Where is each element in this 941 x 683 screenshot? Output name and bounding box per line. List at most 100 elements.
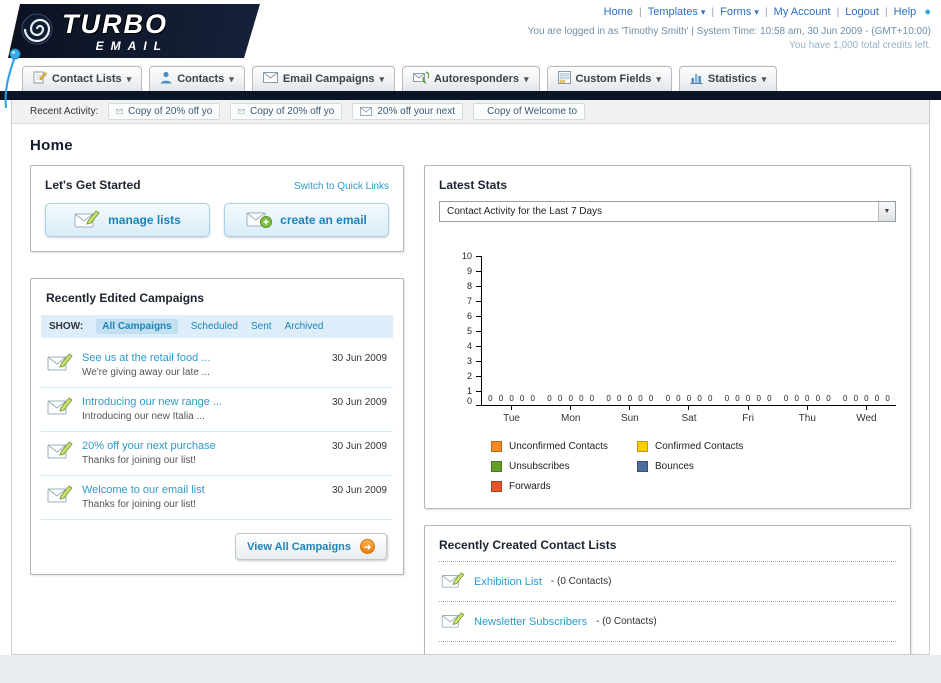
chart-group: 00000 (659, 394, 718, 405)
campaign-title-link[interactable]: Introducing our new range ... (82, 396, 222, 408)
y-tick-mark (476, 316, 481, 317)
logo: TURBO EMAIL (8, 4, 260, 58)
campaigns-filter-bar: SHOW: All Campaigns Scheduled Sent Archi… (41, 315, 393, 338)
campaign-title-link[interactable]: Welcome to our email list (82, 484, 205, 496)
filter-all-campaigns[interactable]: All Campaigns (96, 319, 178, 334)
chart-value-label: 0 (568, 394, 573, 403)
chart-value-label: 0 (885, 394, 890, 403)
chart-value-label: 0 (707, 394, 713, 403)
recent-activity-item[interactable]: 20% off your next (352, 103, 464, 120)
y-tick-mark (476, 331, 481, 332)
content-frame: Recent Activity: Copy of 20% off yo Copy… (11, 100, 930, 655)
legend-item: Unsubscribes (491, 461, 637, 472)
view-all-campaigns-button[interactable]: View All Campaigns ➜ (235, 533, 387, 560)
create-email-button[interactable]: create an email (224, 203, 389, 237)
tab-autoresponders[interactable]: Autoresponders ▾ (402, 66, 540, 91)
contact-list-link[interactable]: Exhibition List (474, 576, 542, 588)
get-started-title: Let's Get Started (45, 178, 141, 192)
chart-value-label: 0 (826, 394, 831, 403)
chart-value-label: 0 (842, 394, 848, 403)
tab-email-campaigns[interactable]: Email Campaigns ▾ (251, 66, 396, 91)
chart-legend: Unconfirmed Contacts Confirmed Contacts Un… (439, 441, 896, 492)
chart-value-label: 0 (498, 394, 504, 403)
y-tick-label: 1 (466, 386, 472, 396)
envelope-plus-icon (246, 209, 273, 232)
y-tick-label: 2 (466, 371, 472, 381)
email-campaigns-icon (262, 72, 278, 86)
recent-activity-item[interactable]: Copy of 20% off yo (230, 103, 343, 120)
filter-sent[interactable]: Sent (251, 321, 272, 332)
campaign-row: 20% off your next purchase Thanks for jo… (41, 432, 393, 476)
chart-value-label: 0 (745, 394, 751, 403)
y-tick-label: 3 (466, 356, 472, 366)
separator: | (711, 7, 715, 18)
y-tick-mark (476, 361, 481, 362)
campaign-date: 30 Jun 2009 (331, 485, 387, 496)
contact-list-count: - (0 Contacts) (550, 576, 612, 587)
chart-value-label: 0 (627, 394, 633, 403)
top-link-logout[interactable]: Logout (845, 6, 879, 18)
campaign-title-link[interactable]: 20% off your next purchase (82, 440, 216, 452)
chart-value-label: 0 (638, 394, 643, 403)
chart-value-label: 0 (767, 394, 772, 403)
dropdown-arrow-icon: ▾ (700, 7, 706, 17)
switch-quick-links-link[interactable]: Switch to Quick Links (294, 181, 389, 192)
x-axis-day-label: Sat (659, 406, 718, 424)
show-label: SHOW: (49, 321, 84, 332)
separator: | (765, 7, 768, 18)
nav-divider-bar (0, 91, 941, 100)
chart-value-label: 0 (756, 394, 761, 403)
campaign-title-link[interactable]: See us at the retail food ... (82, 352, 210, 364)
filter-scheduled[interactable]: Scheduled (191, 321, 238, 332)
chart-value-label: 0 (606, 394, 611, 403)
brand-name-top: TURBO (62, 8, 168, 39)
statistics-icon (690, 72, 703, 87)
contact-list-row: Exhibition List - (0 Contacts) (439, 562, 896, 602)
chart-groups: 00000000000000000000000000000000000 (482, 394, 896, 405)
tab-statistics[interactable]: Statistics ▾ (678, 66, 778, 91)
chart-value-label: 0 (686, 394, 692, 403)
legend-item: Unconfirmed Contacts (491, 441, 637, 452)
y-tick-mark (476, 376, 481, 377)
chart-value-label: 0 (676, 394, 681, 403)
chart-group: 00000 (600, 394, 659, 405)
chart-value-label: 0 (874, 394, 880, 403)
chart-group: 00000 (778, 394, 837, 405)
tab-contacts[interactable]: Contacts ▾ (149, 66, 245, 91)
filter-archived[interactable]: Archived (285, 321, 324, 332)
top-link-help[interactable]: Help (894, 6, 917, 18)
credits-text: You have 1,000 total credits left. (789, 40, 931, 51)
top-link-home[interactable]: Home (604, 6, 633, 18)
envelope-pencil-icon (47, 484, 73, 510)
envelope-pencil-icon (441, 611, 465, 632)
recent-activity-item[interactable]: Copy of 20% off yo (108, 103, 221, 120)
legend-swatch-icon (491, 441, 502, 452)
chart-y-axis: 0 1 2 3 4 5 6 7 8 9 10 (445, 252, 481, 406)
brand-name-bottom: EMAIL (95, 38, 168, 53)
y-tick-label: 6 (466, 311, 472, 321)
legend-label: Bounces (655, 461, 694, 472)
top-link-templates[interactable]: Templates ▾ (648, 6, 706, 18)
tab-contact-lists[interactable]: Contact Lists ▾ (22, 66, 143, 91)
chart-value-label: 0 (557, 394, 563, 403)
header: TURBO EMAIL Home | Templates ▾ | Forms ▾… (0, 0, 941, 109)
antenna-decoration (0, 48, 22, 115)
chart-value-label: 0 (665, 394, 671, 403)
y-tick-mark (476, 256, 481, 257)
campaigns-panel-title: Recently Edited Campaigns (46, 291, 205, 305)
contact-list-link[interactable]: Newsletter Subscribers (474, 616, 587, 628)
manage-lists-button[interactable]: manage lists (45, 203, 210, 237)
chart-value-label: 0 (794, 394, 799, 403)
recently-created-contact-lists-panel: Recently Created Contact Lists Exhibitio… (424, 525, 911, 654)
top-link-my-account[interactable]: My Account (774, 6, 831, 18)
dropdown-arrow-icon: ▾ (761, 73, 767, 84)
separator: | (836, 7, 840, 18)
contact-list-row: Newsletter Subscribers - (0 Contacts) (439, 602, 896, 642)
top-link-forms[interactable]: Forms ▾ (720, 6, 759, 18)
chart-group: 00000 (482, 394, 541, 405)
tab-custom-fields[interactable]: Custom Fields ▾ (546, 66, 672, 91)
campaign-date: 30 Jun 2009 (331, 353, 387, 364)
stats-panel-title: Latest Stats (439, 178, 508, 192)
stats-period-select[interactable]: Contact Activity for the Last 7 Days ▼ (439, 201, 896, 222)
recent-activity-item[interactable]: Copy of Welcome to (473, 103, 586, 120)
